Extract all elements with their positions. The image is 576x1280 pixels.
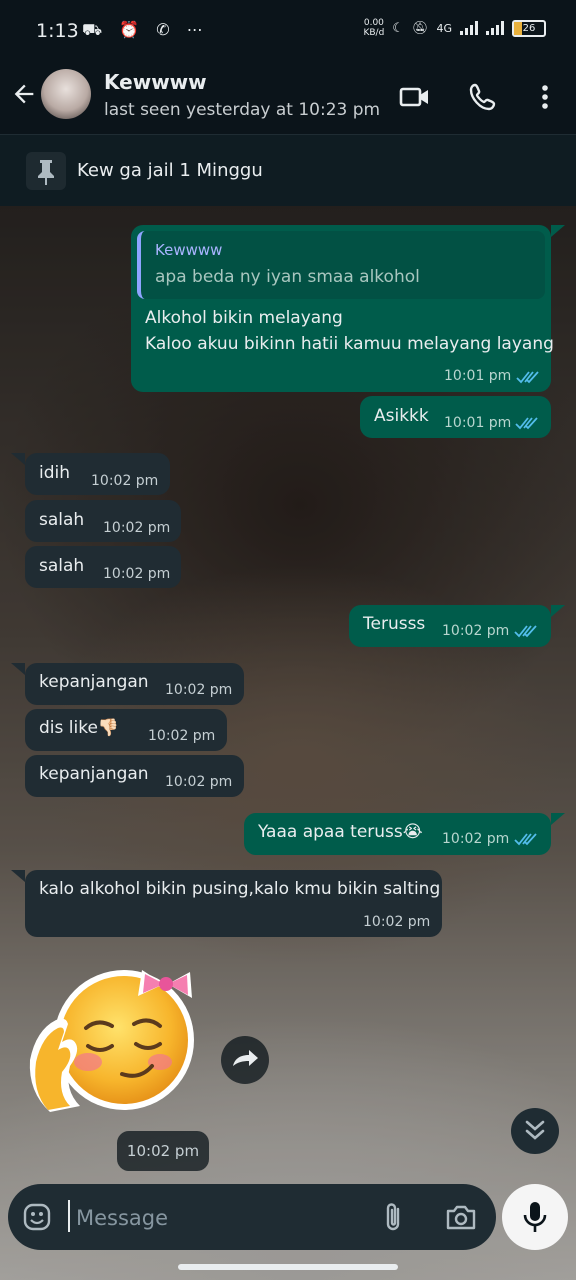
message-text: salah [39,556,85,576]
message-input[interactable] [74,1199,358,1237]
message-text: Kaloo akuu bikinn hatii kamuu melayang l… [145,334,554,354]
bubble-tail [11,663,25,675]
pin-icon [38,160,54,185]
last-seen[interactable]: last seen yesterday at 10:23 pm [104,100,380,120]
bubble-tail [551,605,565,617]
voice-call-icon[interactable] [468,82,500,112]
quoted-message[interactable]: Kewwww apa beda ny iyan smaa alkohol [137,231,545,299]
message-time: 10:01 pm [444,368,512,384]
message-text: kalo alkohol bikin pusing,kalo kmu bikin… [39,879,441,899]
message-time: 10:02 pm [363,914,431,930]
mic-button[interactable] [502,1184,568,1250]
message-text: Asikkk [374,406,429,426]
signal-icon-2 [486,21,504,35]
message-text: Alkohol bikin melayang [145,308,343,328]
notification-icons: ⛟ ⏰ ✆ ⋯ [82,20,209,39]
bubble-tail [11,453,25,465]
status-time: 1:13 [36,20,79,42]
quote-text: apa beda ny iyan smaa alkohol [155,267,420,287]
signal-icon [460,21,478,35]
sticker-message[interactable] [26,962,196,1122]
emoji-icon[interactable] [22,1202,52,1232]
message-bubble-incoming[interactable]: kepanjangan 10:02 pm [25,755,244,797]
pinned-text: Kew ga jail 1 Minggu [77,160,263,181]
battery-icon: 26 [512,19,546,37]
pinned-message-bar[interactable]: Kew ga jail 1 Minggu [0,134,576,206]
message-text: Terusss [363,614,426,634]
attach-icon[interactable] [378,1200,408,1234]
double-check-icon [516,371,539,384]
message-time: 10:02 pm [165,774,233,790]
message-time: 10:02 pm [91,473,159,489]
bubble-tail [551,813,565,825]
mic-icon [523,1202,547,1232]
network-type: 4G [436,21,452,35]
net-speed: 0.00 KB/d [363,18,385,38]
message-bubble-incoming[interactable]: salah 10:02 pm [25,546,181,588]
forward-icon [233,1050,258,1066]
avatar[interactable] [41,69,91,119]
message-bubble-incoming[interactable]: idih 10:02 pm [25,453,170,495]
forward-button[interactable] [221,1036,269,1084]
message-text: Yaaa apaa teruss😭 [258,822,423,842]
message-text: kepanjangan [39,764,149,784]
status-bar: 1:13 ⛟ ⏰ ✆ ⋯ 0.00 KB/d ☾ 🔕︎ 4G 26 [0,0,576,60]
message-time: 10:02 pm [442,623,510,639]
message-bubble-incoming[interactable]: kepanjangan 10:02 pm [25,663,244,705]
scroll-to-bottom-button[interactable] [511,1108,559,1154]
contact-name[interactable]: Kewwww [104,70,207,94]
bubble-tail [11,870,25,882]
double-check-icon [514,833,537,846]
message-time: 10:02 pm [148,728,216,744]
moon-icon: ☾ [392,20,404,36]
message-bubble-incoming[interactable]: dis like👎🏻 10:02 pm [25,709,227,751]
bubble-tail [551,225,565,237]
quote-author: Kewwww [155,241,223,259]
sticker-time: 10:02 pm [117,1131,209,1171]
mute-icon: 🔕︎ [411,20,429,36]
camera-icon[interactable] [444,1202,478,1232]
pin-icon-box [26,152,66,190]
message-text: dis like👎🏻 [39,718,120,738]
message-text: salah [39,510,85,530]
chat-header: Kewwww last seen yesterday at 10:23 pm [0,60,576,134]
message-bubble-incoming[interactable]: salah 10:02 pm [25,500,181,542]
message-bubble-incoming[interactable]: kalo alkohol bikin pusing,kalo kmu bikin… [25,870,442,937]
double-check-icon [515,417,538,430]
message-time: 10:01 pm [444,415,512,431]
chevron-double-down-icon [525,1120,545,1140]
message-text: kepanjangan [39,672,149,692]
video-call-icon[interactable] [399,82,431,112]
message-time: 10:02 pm [165,682,233,698]
status-right-icons: 0.00 KB/d ☾ 🔕︎ 4G 26 [363,18,546,38]
back-arrow-icon[interactable] [10,80,38,108]
home-indicator[interactable] [178,1264,398,1270]
message-composer [8,1184,496,1250]
message-time: 10:02 pm [103,566,171,582]
message-bubble-outgoing[interactable]: Kewwww apa beda ny iyan smaa alkohol Alk… [131,225,554,392]
message-time: 10:02 pm [442,831,510,847]
message-text: idih [39,463,71,483]
text-caret [68,1200,70,1232]
double-check-icon [514,625,537,638]
message-bubble-outgoing[interactable]: Yaaa apaa teruss😭 10:02 pm [244,813,551,855]
more-vert-icon[interactable] [529,82,561,112]
message-bubble-outgoing[interactable]: Terusss 10:02 pm [349,605,551,647]
smiling-face-sticker-icon [29,970,194,1112]
message-bubble-outgoing[interactable]: Asikkk 10:01 pm [360,396,551,438]
message-time: 10:02 pm [103,520,171,536]
